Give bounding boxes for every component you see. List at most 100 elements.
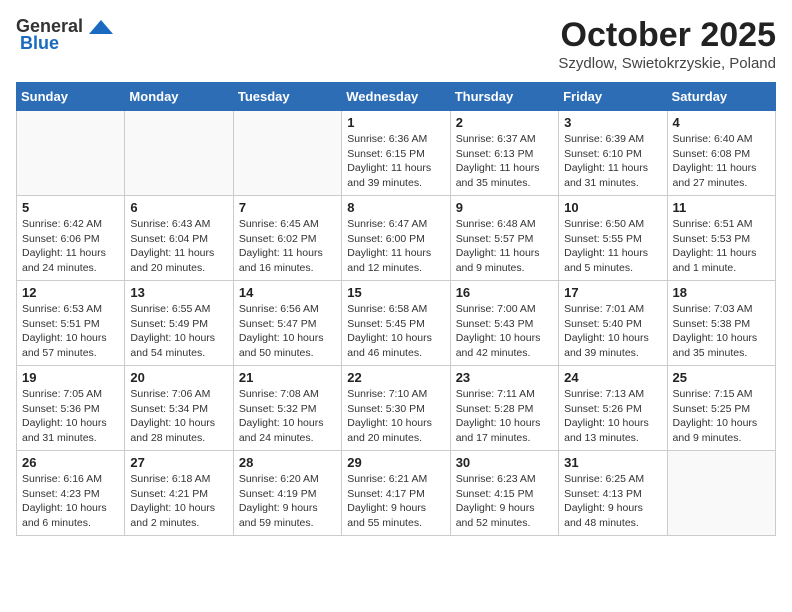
day-number: 4 — [673, 115, 770, 130]
day-info: Sunrise: 7:03 AMSunset: 5:38 PMDaylight:… — [673, 302, 770, 361]
day-number: 5 — [22, 200, 119, 215]
month-title: October 2025 — [558, 16, 776, 55]
day-number: 22 — [347, 370, 444, 385]
day-info: Sunrise: 6:23 AMSunset: 4:15 PMDaylight:… — [456, 472, 553, 531]
calendar-cell: 16Sunrise: 7:00 AMSunset: 5:43 PMDayligh… — [450, 281, 558, 366]
calendar-cell: 30 Sunrise: 6:23 AMSunset: 4:15 PMDayligh… — [450, 451, 558, 536]
calendar-cell: 2Sunrise: 6:37 AMSunset: 6:13 PMDaylight… — [450, 111, 558, 196]
day-info: Sunrise: 7:13 AMSunset: 5:26 PMDaylight:… — [564, 387, 661, 446]
calendar-header-friday: Friday — [559, 83, 667, 111]
day-number: 6 — [130, 200, 227, 215]
day-number: 3 — [564, 115, 661, 130]
calendar-cell: 14 Sunrise: 6:56 AMSunset: 5:47 PMDayligh… — [233, 281, 341, 366]
calendar-cell: 22 Sunrise: 7:10 AMSunset: 5:30 PMDayligh… — [342, 366, 450, 451]
day-info: Sunrise: 6:39 AMSunset: 6:10 PMDaylight:… — [564, 132, 661, 191]
calendar-cell: 5 Sunrise: 6:42 AMSunset: 6:06 PMDaylight… — [17, 196, 125, 281]
day-number: 21 — [239, 370, 336, 385]
calendar-cell: 25 Sunrise: 7:15 AMSunset: 5:25 PMDayligh… — [667, 366, 775, 451]
day-info: Sunrise: 6:47 AMSunset: 6:00 PMDaylight:… — [347, 217, 444, 276]
page-header: General Blue October 2025 Szydlow, Swiet… — [16, 16, 776, 72]
logo: General Blue — [16, 16, 115, 54]
calendar-cell: 27Sunrise: 6:18 AMSunset: 4:21 PMDayligh… — [125, 451, 233, 536]
title-block: October 2025 Szydlow, Swietokrzyskie, Po… — [558, 16, 776, 72]
day-number: 30 — [456, 455, 553, 470]
day-info: Sunrise: 6:45 AMSunset: 6:02 PMDaylight:… — [239, 217, 336, 276]
day-number: 8 — [347, 200, 444, 215]
logo-icon — [87, 18, 115, 36]
day-info: Sunrise: 7:05 AMSunset: 5:36 PMDaylight:… — [22, 387, 119, 446]
calendar-cell: 13 Sunrise: 6:55 AMSunset: 5:49 PMDayligh… — [125, 281, 233, 366]
day-number: 25 — [673, 370, 770, 385]
day-number: 15 — [347, 285, 444, 300]
day-number: 19 — [22, 370, 119, 385]
calendar-cell: 17 Sunrise: 7:01 AMSunset: 5:40 PMDayligh… — [559, 281, 667, 366]
calendar-cell: 26Sunrise: 6:16 AMSunset: 4:23 PMDayligh… — [17, 451, 125, 536]
day-number: 27 — [130, 455, 227, 470]
calendar-cell — [233, 111, 341, 196]
calendar-cell: 29 Sunrise: 6:21 AMSunset: 4:17 PMDayligh… — [342, 451, 450, 536]
calendar-header-wednesday: Wednesday — [342, 83, 450, 111]
day-number: 16 — [456, 285, 553, 300]
day-info: Sunrise: 7:11 AMSunset: 5:28 PMDaylight:… — [456, 387, 553, 446]
calendar-cell: 18 Sunrise: 7:03 AMSunset: 5:38 PMDayligh… — [667, 281, 775, 366]
day-info: Sunrise: 7:15 AMSunset: 5:25 PMDaylight:… — [673, 387, 770, 446]
day-info: Sunrise: 7:01 AMSunset: 5:40 PMDaylight:… — [564, 302, 661, 361]
day-number: 29 — [347, 455, 444, 470]
location: Szydlow, Swietokrzyskie, Poland — [558, 55, 776, 72]
calendar-cell: 9 Sunrise: 6:48 AMSunset: 5:57 PMDaylight… — [450, 196, 558, 281]
day-info: Sunrise: 6:51 AMSunset: 5:53 PMDaylight:… — [673, 217, 770, 276]
day-number: 31 — [564, 455, 661, 470]
calendar-cell — [17, 111, 125, 196]
day-number: 10 — [564, 200, 661, 215]
day-number: 20 — [130, 370, 227, 385]
day-number: 9 — [456, 200, 553, 215]
calendar-table: SundayMondayTuesdayWednesdayThursdayFrid… — [16, 82, 776, 536]
day-info: Sunrise: 6:56 AMSunset: 5:47 PMDaylight:… — [239, 302, 336, 361]
calendar-cell: 23 Sunrise: 7:11 AMSunset: 5:28 PMDayligh… — [450, 366, 558, 451]
day-info: Sunrise: 6:42 AMSunset: 6:06 PMDaylight:… — [22, 217, 119, 276]
calendar-week-3: 12Sunrise: 6:53 AMSunset: 5:51 PMDayligh… — [17, 281, 776, 366]
day-number: 13 — [130, 285, 227, 300]
calendar-cell: 19 Sunrise: 7:05 AMSunset: 5:36 PMDayligh… — [17, 366, 125, 451]
calendar-cell: 3 Sunrise: 6:39 AMSunset: 6:10 PMDaylight… — [559, 111, 667, 196]
calendar-cell: 6 Sunrise: 6:43 AMSunset: 6:04 PMDaylight… — [125, 196, 233, 281]
day-info: Sunrise: 6:50 AMSunset: 5:55 PMDaylight:… — [564, 217, 661, 276]
calendar-week-4: 19 Sunrise: 7:05 AMSunset: 5:36 PMDayligh… — [17, 366, 776, 451]
day-number: 24 — [564, 370, 661, 385]
day-number: 17 — [564, 285, 661, 300]
calendar-week-5: 26Sunrise: 6:16 AMSunset: 4:23 PMDayligh… — [17, 451, 776, 536]
day-info: Sunrise: 6:48 AMSunset: 5:57 PMDaylight:… — [456, 217, 553, 276]
day-info: Sunrise: 7:06 AMSunset: 5:34 PMDaylight:… — [130, 387, 227, 446]
calendar-header-tuesday: Tuesday — [233, 83, 341, 111]
calendar-cell: 12Sunrise: 6:53 AMSunset: 5:51 PMDayligh… — [17, 281, 125, 366]
day-info: Sunrise: 7:10 AMSunset: 5:30 PMDaylight:… — [347, 387, 444, 446]
day-info: Sunrise: 6:16 AMSunset: 4:23 PMDaylight:… — [22, 472, 119, 531]
day-info: Sunrise: 6:40 AMSunset: 6:08 PMDaylight:… — [673, 132, 770, 191]
day-info: Sunrise: 6:53 AMSunset: 5:51 PMDaylight:… — [22, 302, 119, 361]
logo-blue: Blue — [20, 33, 59, 54]
day-info: Sunrise: 6:36 AMSunset: 6:15 PMDaylight:… — [347, 132, 444, 191]
day-number: 14 — [239, 285, 336, 300]
day-info: Sunrise: 6:43 AMSunset: 6:04 PMDaylight:… — [130, 217, 227, 276]
calendar-cell: 21 Sunrise: 7:08 AMSunset: 5:32 PMDayligh… — [233, 366, 341, 451]
calendar-week-2: 5 Sunrise: 6:42 AMSunset: 6:06 PMDaylight… — [17, 196, 776, 281]
day-number: 18 — [673, 285, 770, 300]
day-info: Sunrise: 6:25 AMSunset: 4:13 PMDaylight:… — [564, 472, 661, 531]
day-info: Sunrise: 6:21 AMSunset: 4:17 PMDaylight:… — [347, 472, 444, 531]
calendar-cell: 1 Sunrise: 6:36 AMSunset: 6:15 PMDaylight… — [342, 111, 450, 196]
day-info: Sunrise: 6:58 AMSunset: 5:45 PMDaylight:… — [347, 302, 444, 361]
calendar-cell: 10 Sunrise: 6:50 AMSunset: 5:55 PMDayligh… — [559, 196, 667, 281]
calendar-cell: 15 Sunrise: 6:58 AMSunset: 5:45 PMDayligh… — [342, 281, 450, 366]
calendar-cell: 24 Sunrise: 7:13 AMSunset: 5:26 PMDayligh… — [559, 366, 667, 451]
day-number: 1 — [347, 115, 444, 130]
day-number: 28 — [239, 455, 336, 470]
day-number: 11 — [673, 200, 770, 215]
calendar-cell — [125, 111, 233, 196]
day-info: Sunrise: 7:08 AMSunset: 5:32 PMDaylight:… — [239, 387, 336, 446]
day-info: Sunrise: 6:37 AMSunset: 6:13 PMDaylight:… — [456, 132, 553, 191]
day-info: Sunrise: 6:55 AMSunset: 5:49 PMDaylight:… — [130, 302, 227, 361]
day-info: Sunrise: 6:20 AMSunset: 4:19 PMDaylight:… — [239, 472, 336, 531]
day-number: 23 — [456, 370, 553, 385]
calendar-week-1: 1 Sunrise: 6:36 AMSunset: 6:15 PMDaylight… — [17, 111, 776, 196]
calendar-header-thursday: Thursday — [450, 83, 558, 111]
